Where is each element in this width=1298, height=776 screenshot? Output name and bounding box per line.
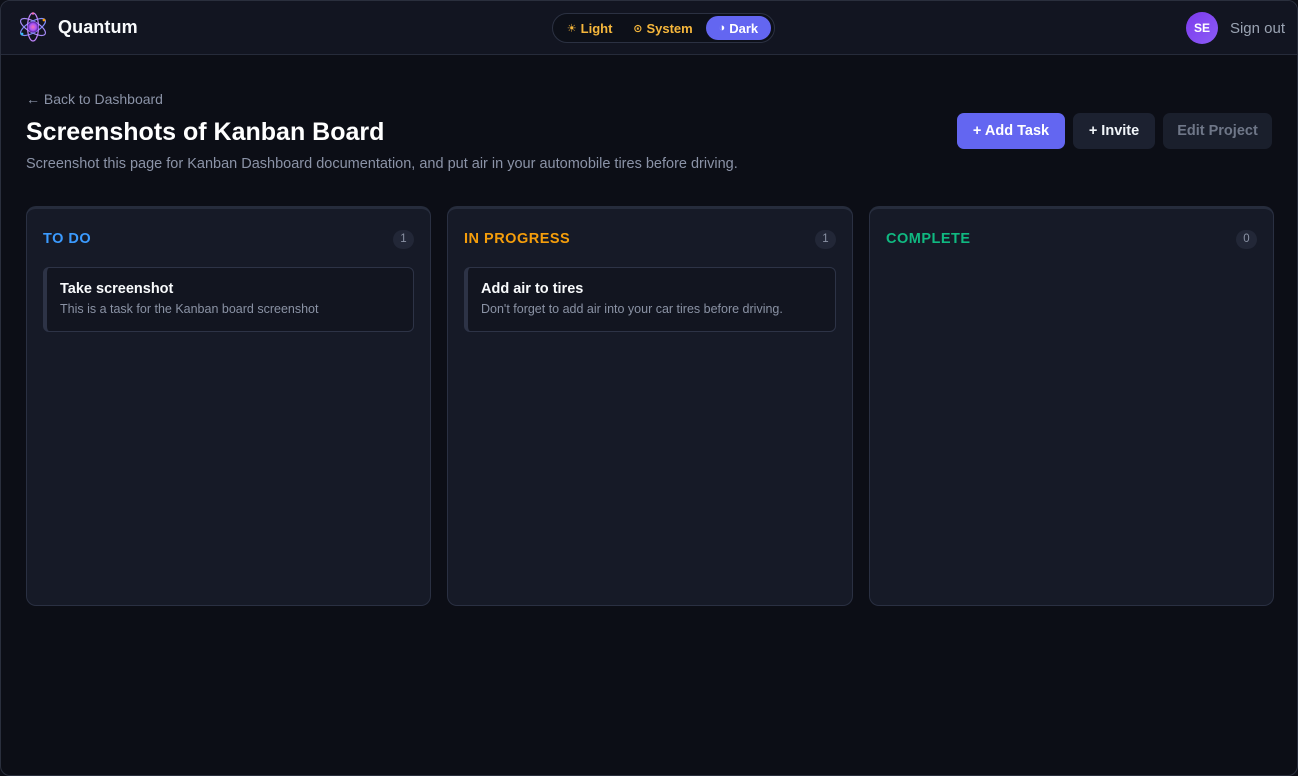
- sun-icon: ☀: [566, 22, 577, 35]
- task-description: Don't forget to add air into your car ti…: [481, 302, 783, 316]
- user-menu: SE Sign out: [1185, 12, 1285, 44]
- column-title: COMPLETE: [886, 231, 971, 247]
- task-title: Add air to tires: [481, 281, 584, 297]
- theme-option-label: Dark: [729, 20, 759, 36]
- theme-option-label: Light: [580, 20, 613, 36]
- column-header: TO DO 1: [43, 229, 414, 249]
- theme-option-dark[interactable]: ◑ Dark: [705, 16, 771, 40]
- theme-option-system[interactable]: ⊙ System: [623, 16, 702, 40]
- system-icon: ⊙: [633, 22, 643, 35]
- task-card[interactable]: Add air to tires Don't forget to add air…: [464, 267, 836, 332]
- column-complete: COMPLETE 0: [869, 206, 1274, 606]
- edit-project-button[interactable]: Edit Project: [1163, 113, 1272, 149]
- column-count-badge: 0: [1236, 229, 1257, 249]
- atom-logo-icon: [19, 12, 47, 42]
- column-count-badge: 1: [393, 229, 414, 249]
- avatar[interactable]: SE: [1185, 12, 1218, 44]
- half-moon-icon: ◑: [718, 22, 726, 34]
- page-description: Screenshot this page for Kanban Dashboar…: [26, 156, 738, 172]
- add-task-button[interactable]: + Add Task: [957, 113, 1065, 149]
- task-description: This is a task for the Kanban board scre…: [60, 302, 319, 316]
- sign-out-link[interactable]: Sign out: [1230, 20, 1285, 37]
- top-navigation-bar: Quantum ☀ Light ⊙ System ◑ Dark SE Sign …: [1, 1, 1297, 55]
- column-in-progress: IN PROGRESS 1 Add air to tires Don't for…: [447, 206, 853, 606]
- page-title: Screenshots of Kanban Board: [26, 118, 385, 146]
- column-title: IN PROGRESS: [464, 231, 571, 247]
- back-to-dashboard-link[interactable]: ← Back to Dashboard: [26, 91, 163, 107]
- theme-toggle: ☀ Light ⊙ System ◑ Dark: [552, 13, 775, 43]
- brand[interactable]: Quantum: [17, 11, 138, 43]
- column-title: TO DO: [43, 231, 92, 247]
- app-name: Quantum: [58, 16, 138, 37]
- column-todo: TO DO 1 Take screenshot This is a task f…: [26, 206, 431, 606]
- theme-option-light[interactable]: ☀ Light: [556, 16, 623, 40]
- column-header: IN PROGRESS 1: [464, 229, 836, 249]
- invite-button[interactable]: + Invite: [1073, 113, 1155, 149]
- column-header: COMPLETE 0: [886, 229, 1257, 249]
- theme-option-label: System: [646, 20, 693, 36]
- project-actions: + Add Task + Invite Edit Project: [957, 113, 1272, 149]
- task-card[interactable]: Take screenshot This is a task for the K…: [43, 267, 414, 332]
- column-count-badge: 1: [815, 229, 836, 249]
- task-title: Take screenshot: [60, 281, 174, 297]
- app-window: Quantum ☀ Light ⊙ System ◑ Dark SE Sign …: [0, 0, 1298, 776]
